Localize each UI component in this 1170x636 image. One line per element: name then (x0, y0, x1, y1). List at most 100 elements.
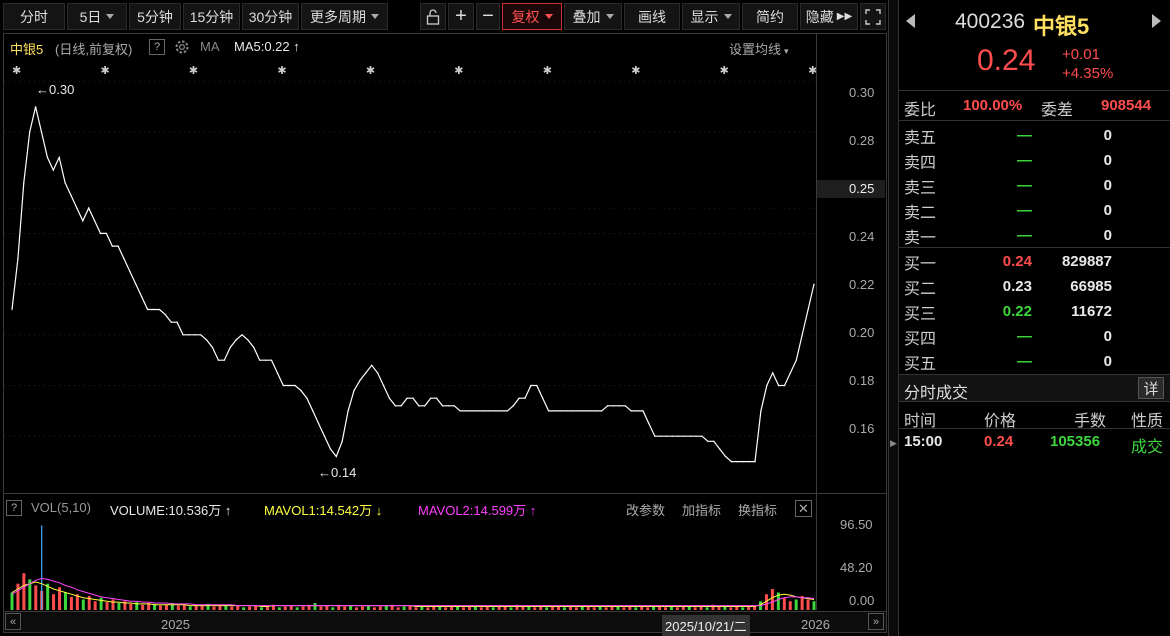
scroll-right-button[interactable]: » (868, 613, 884, 630)
unlock-icon (426, 8, 440, 25)
event-marker-icon[interactable]: ✱ (100, 64, 109, 77)
trades-detail-button[interactable]: 详 (1138, 377, 1164, 399)
tab-5day[interactable]: 5日 (67, 3, 127, 30)
fullscreen-button[interactable] (860, 3, 886, 30)
bid-row[interactable]: 买三 0.22 11672 (899, 299, 1170, 324)
bid-volume: 66985 (1070, 278, 1112, 295)
bid-row[interactable]: 买二 0.23 66985 (899, 274, 1170, 299)
volume-bar (444, 607, 448, 610)
switch-indicator-button[interactable]: 换指标 (738, 500, 777, 519)
plus-icon: + (455, 5, 467, 27)
order-ratio-value: 100.00% (963, 97, 1023, 114)
time-axis-year: 2025 (161, 617, 190, 632)
arrow-up-icon: ↑ (526, 503, 537, 518)
event-marker-icon[interactable]: ✱ (189, 64, 198, 77)
edit-params-button[interactable]: 改参数 (626, 500, 665, 519)
volume-bar (408, 605, 412, 610)
price-axis-label: 0.30 (849, 85, 875, 100)
scroll-left-button[interactable]: « (5, 613, 21, 630)
chart-help-button[interactable]: ? (149, 39, 165, 55)
price-change-pct: +4.35% (1062, 65, 1114, 82)
volume-bar (610, 606, 614, 610)
bid-row[interactable]: 买一 0.24 829887 (899, 249, 1170, 274)
panel-splitter[interactable] (888, 0, 899, 636)
tab-5min[interactable]: 5分钟 (129, 3, 181, 30)
hide-button[interactable]: 隐藏 ▶▶ (800, 3, 858, 30)
volume-bar (485, 606, 489, 610)
volume-bar (99, 597, 103, 610)
event-marker-icon[interactable]: ✱ (720, 64, 729, 77)
volume-bar (521, 606, 525, 610)
ask-row[interactable]: 卖一 — 0 (899, 223, 1170, 248)
volume-bar (325, 605, 329, 610)
volume-bar (141, 604, 145, 610)
ask-row[interactable]: 卖四 — 0 (899, 148, 1170, 173)
ask-volume: 0 (1103, 127, 1112, 144)
bid-volume: 0 (1103, 353, 1112, 370)
volume-bar (16, 583, 20, 610)
volume-bar (218, 605, 222, 610)
arrow-up-icon: ↑ (221, 503, 232, 518)
volume-help-button[interactable]: ? (6, 500, 22, 516)
ask-level-label: 卖五 (904, 129, 937, 147)
close-indicator-button[interactable]: ✕ (795, 500, 812, 517)
add-indicator-button[interactable]: 加指标 (682, 500, 721, 519)
volume-bar (640, 606, 644, 610)
event-marker-icon[interactable]: ✱ (277, 64, 286, 77)
volume-bar (301, 606, 305, 610)
tab-timeshare[interactable]: 分时 (3, 3, 65, 30)
mavol1-value: MAVOL1:14.542万 ↓ (264, 503, 383, 518)
dropdown-arrow-icon (605, 14, 614, 19)
trade-type: 成交 (1131, 439, 1164, 456)
adjust-dropdown[interactable]: 复权 (502, 3, 562, 30)
tab-30min[interactable]: 30分钟 (242, 3, 299, 30)
price-axis-label: 0.24 (849, 229, 875, 244)
book-divider (899, 247, 1170, 248)
ask-price: — (1017, 227, 1032, 244)
app-window: 分时 5日 5分钟 15分钟 30分钟 更多周期 + − 复权 叠加 画线 显示… (0, 0, 1170, 636)
volume-chart[interactable] (4, 518, 816, 610)
ask-price: — (1017, 177, 1032, 194)
mavol1-line (11, 581, 815, 607)
event-marker-icon[interactable]: ✱ (543, 64, 552, 77)
volume-bar (812, 601, 816, 610)
ma5-value: MA5:0.22 ↑ (234, 39, 300, 54)
tab-more-periods[interactable]: 更多周期 (301, 3, 388, 30)
unlock-button[interactable] (420, 3, 446, 30)
event-marker-icon[interactable]: ✱ (12, 64, 21, 77)
volume-bar (681, 606, 685, 610)
event-marker-icon[interactable]: ✱ (808, 64, 816, 77)
bid-row[interactable]: 买五 — 0 (899, 349, 1170, 374)
price-axis-label: 0.16 (849, 421, 875, 436)
volume-bar (586, 606, 590, 610)
volume-bar (693, 607, 697, 610)
tab-15min[interactable]: 15分钟 (183, 3, 240, 30)
event-marker-icon[interactable]: ✱ (454, 64, 463, 77)
event-marker-icon[interactable]: ✱ (631, 64, 640, 77)
overlay-dropdown[interactable]: 叠加 (564, 3, 622, 30)
draw-line-button[interactable]: 画线 (624, 3, 680, 30)
event-marker-icon[interactable]: ✱ (366, 64, 375, 77)
ask-level-label: 卖一 (904, 229, 937, 247)
volume-bar (539, 606, 543, 610)
volume-bar (313, 602, 317, 610)
zoom-in-button[interactable]: + (448, 3, 474, 30)
zoom-out-button[interactable]: − (476, 3, 500, 30)
ask-row[interactable]: 卖二 — 0 (899, 198, 1170, 223)
volume-bar (622, 607, 626, 610)
volume-bar (770, 588, 774, 610)
price-chart[interactable]: ✱ ✱ ✱ ✱ ✱ ✱ ✱ ✱ ✱ ✱ (4, 56, 816, 492)
ask-row[interactable]: 卖三 — 0 (899, 173, 1170, 198)
volume-bar (806, 599, 810, 610)
volume-bar (634, 607, 638, 610)
bid-row[interactable]: 买四 — 0 (899, 324, 1170, 349)
last-price: 0.24 (977, 44, 1036, 77)
trade-volume: 105356 (1050, 433, 1101, 450)
display-dropdown[interactable]: 显示 (682, 3, 740, 30)
prev-stock-button[interactable] (906, 14, 915, 28)
next-stock-button[interactable] (1152, 14, 1161, 28)
ask-level-label: 卖四 (904, 154, 937, 172)
simple-button[interactable]: 简约 (742, 3, 798, 30)
ask-row[interactable]: 卖五 — 0 (899, 123, 1170, 148)
time-axis-scrollbar[interactable] (4, 611, 886, 632)
